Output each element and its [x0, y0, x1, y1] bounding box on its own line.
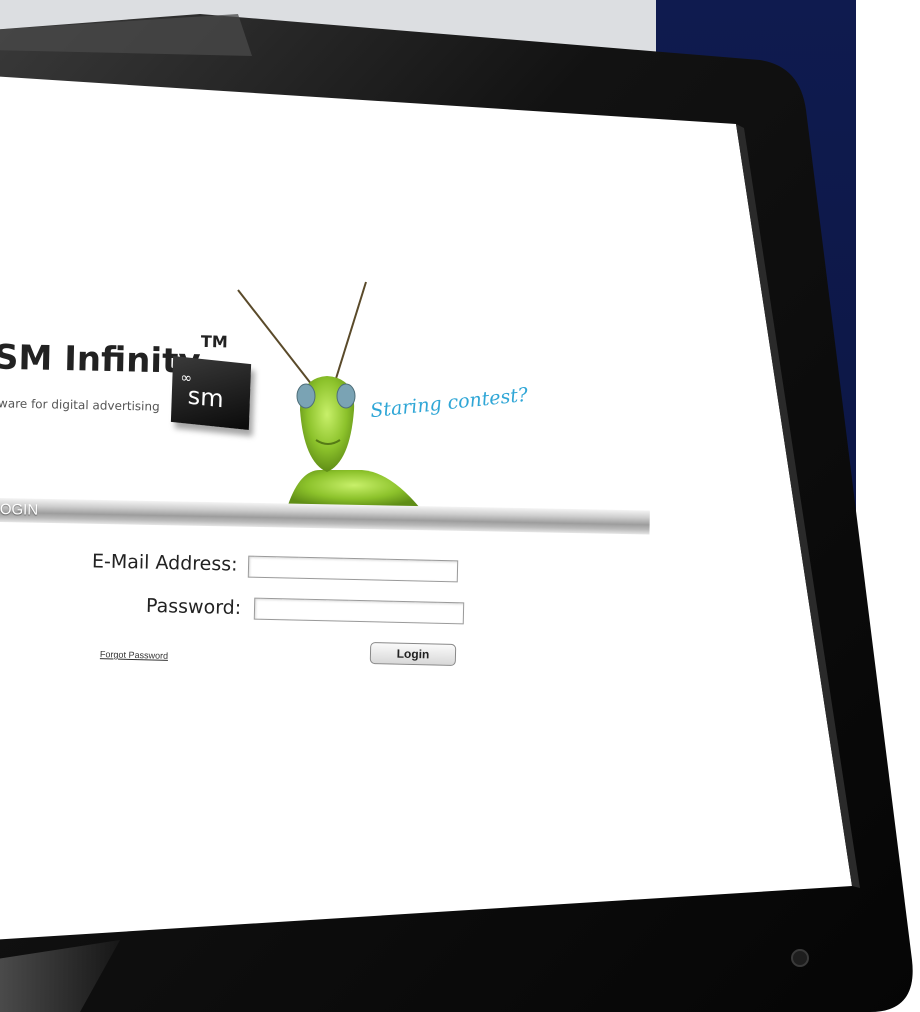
brand-logo-cube: sm ∞	[170, 356, 252, 430]
login-header-bar: OGIN	[0, 498, 650, 535]
password-field[interactable]	[253, 597, 465, 625]
email-field[interactable]	[247, 555, 459, 583]
login-header-label: OGIN	[0, 500, 39, 519]
tagline: Staring contest?	[369, 383, 530, 423]
email-label: E-Mail Address:	[91, 550, 238, 576]
password-label: Password:	[145, 594, 242, 620]
brand-subtitle: ware for digital advertising	[0, 396, 160, 414]
forgot-password-link[interactable]: Forgot Password	[100, 649, 168, 661]
login-button[interactable]: Login	[369, 641, 457, 667]
